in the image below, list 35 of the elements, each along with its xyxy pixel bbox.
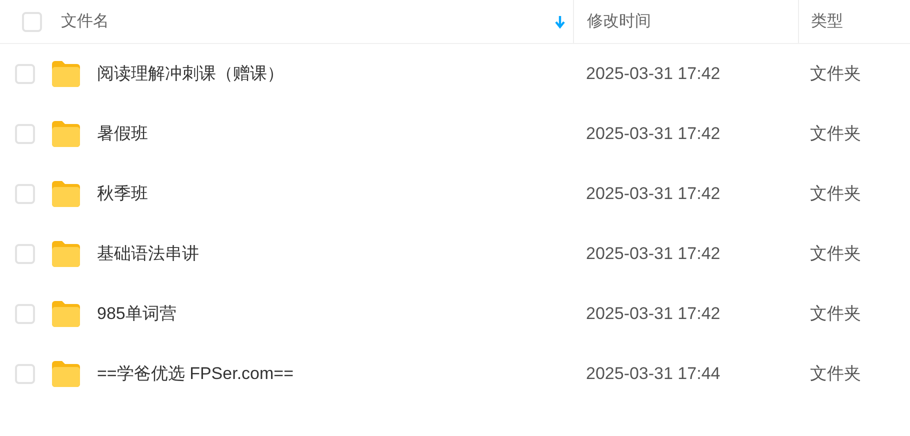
- folder-icon: [51, 360, 81, 388]
- modified-time: 2025-03-31 17:42: [586, 244, 720, 264]
- file-type: 文件夹: [810, 304, 861, 324]
- file-type: 文件夹: [810, 364, 861, 384]
- modified-time: 2025-03-31 17:42: [586, 304, 720, 324]
- modified-time: 2025-03-31 17:42: [586, 64, 720, 84]
- column-header[interactable]: 文件名: [61, 10, 109, 34]
- folder-icon: [51, 120, 81, 148]
- file-name[interactable]: ==学爸优选 FPSer.com==: [97, 361, 294, 387]
- checkbox[interactable]: [15, 64, 35, 84]
- modified-time: 2025-03-31 17:44: [586, 364, 720, 384]
- folder-icon: [51, 180, 81, 208]
- file-type: 文件夹: [810, 64, 861, 84]
- modified-time: 2025-03-31 17:42: [586, 184, 720, 204]
- file-type: 文件夹: [810, 244, 861, 264]
- folder-icon: [51, 300, 81, 328]
- column-header[interactable]: 类型: [811, 10, 843, 34]
- checkbox[interactable]: [15, 184, 35, 204]
- file-name[interactable]: 985单词营: [97, 301, 176, 327]
- file-name[interactable]: 基础语法串讲: [97, 241, 199, 267]
- checkbox[interactable]: [15, 244, 35, 264]
- checkbox[interactable]: [15, 304, 35, 324]
- folder-icon: [51, 240, 81, 268]
- checkbox[interactable]: [22, 12, 42, 32]
- folder-icon: [51, 60, 81, 88]
- file-type: 文件夹: [810, 184, 861, 204]
- file-name[interactable]: 暑假班: [97, 121, 148, 147]
- file-type: 文件夹: [810, 124, 861, 144]
- checkbox[interactable]: [15, 124, 35, 144]
- sort-arrow-icon[interactable]: [555, 14, 565, 28]
- file-name[interactable]: 秋季班: [97, 181, 148, 207]
- modified-time: 2025-03-31 17:42: [586, 124, 720, 144]
- column-header[interactable]: 修改时间: [587, 10, 651, 34]
- checkbox[interactable]: [15, 364, 35, 384]
- file-name[interactable]: 阅读理解冲刺课（赠课）: [97, 61, 284, 87]
